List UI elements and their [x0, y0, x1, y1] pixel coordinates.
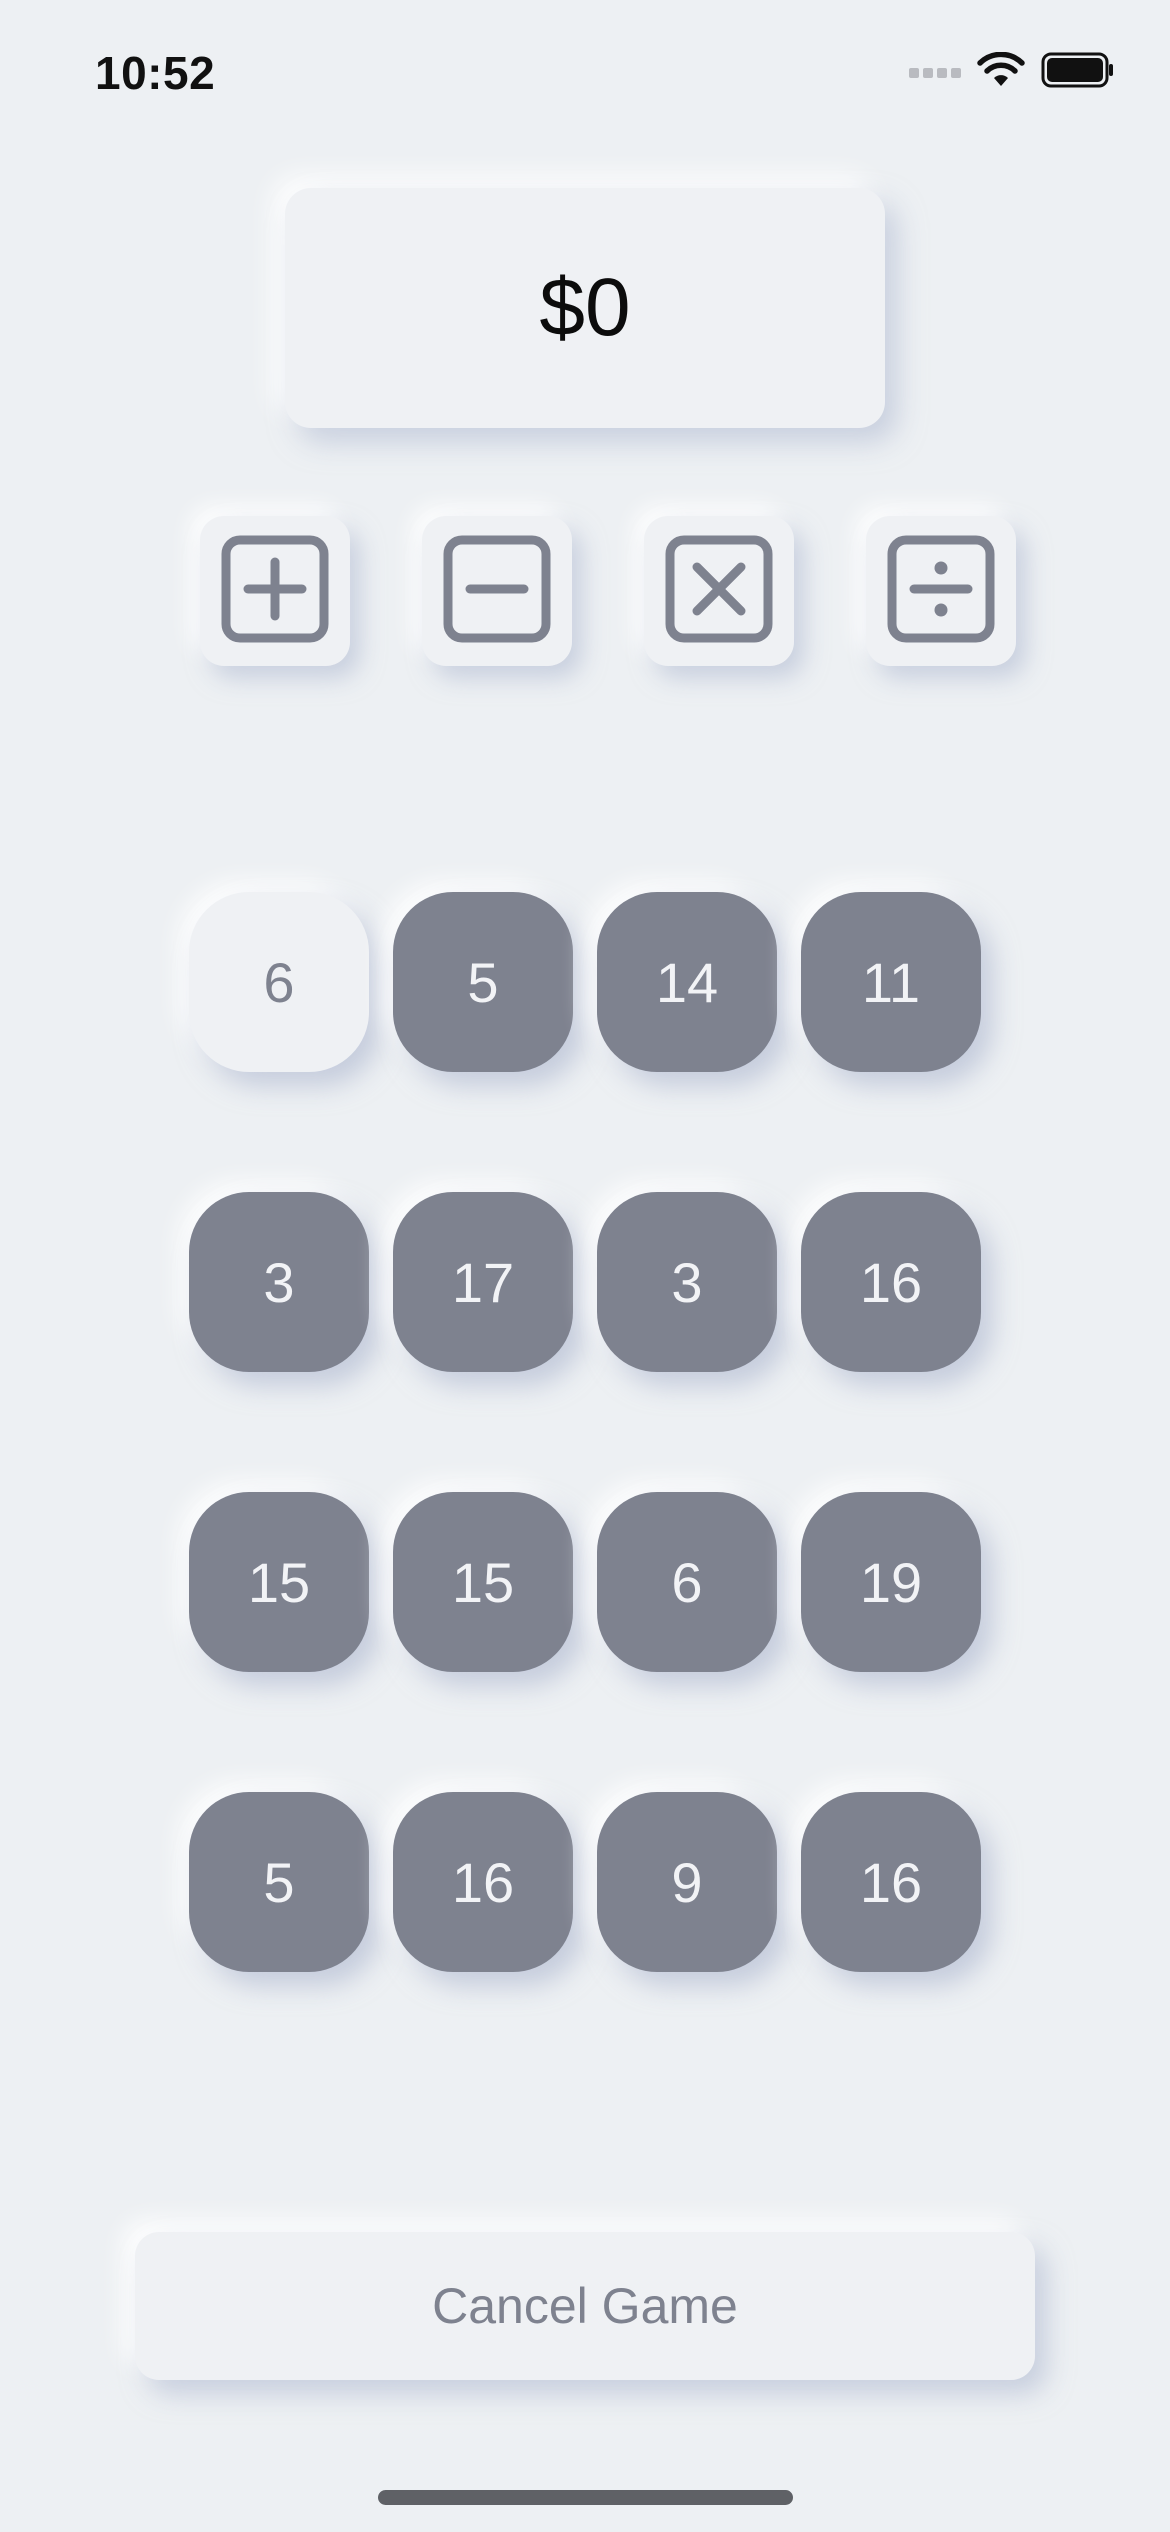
cancel-game-button[interactable]: Cancel Game	[135, 2232, 1035, 2380]
number-tile[interactable]: 6	[597, 1492, 777, 1672]
number-tile[interactable]: 16	[801, 1192, 981, 1372]
wifi-icon	[977, 51, 1025, 93]
minus-square-icon	[442, 534, 552, 649]
divide-square-icon	[886, 534, 996, 649]
divide-button[interactable]	[866, 516, 1016, 666]
cellular-signal-icon	[909, 67, 961, 78]
multiply-button[interactable]	[644, 516, 794, 666]
status-icons	[909, 51, 1115, 93]
number-grid: 6 5 14 11 3 17 3 16 15 15 6 19 5 16 9 16	[189, 892, 989, 1972]
number-tile[interactable]: 17	[393, 1192, 573, 1372]
number-tile[interactable]: 19	[801, 1492, 981, 1672]
number-tile[interactable]: 9	[597, 1792, 777, 1972]
battery-icon	[1041, 52, 1115, 93]
number-tile[interactable]: 11	[801, 892, 981, 1072]
number-tile[interactable]: 3	[189, 1192, 369, 1372]
minus-button[interactable]	[422, 516, 572, 666]
number-tile[interactable]: 5	[189, 1792, 369, 1972]
number-tile[interactable]: 16	[393, 1792, 573, 1972]
score-value: $0	[539, 262, 631, 353]
status-bar: 10:52	[0, 0, 1170, 150]
number-tile[interactable]: 14	[597, 892, 777, 1072]
number-tile[interactable]: 6	[189, 892, 369, 1072]
multiply-square-icon	[664, 534, 774, 649]
status-time: 10:52	[95, 47, 216, 99]
number-tile[interactable]: 15	[189, 1492, 369, 1672]
operator-row	[200, 516, 1020, 666]
plus-button[interactable]	[200, 516, 350, 666]
home-indicator[interactable]	[378, 2490, 793, 2505]
number-tile[interactable]: 5	[393, 892, 573, 1072]
number-tile[interactable]: 15	[393, 1492, 573, 1672]
plus-square-icon	[220, 534, 330, 649]
number-tile[interactable]: 16	[801, 1792, 981, 1972]
score-display: $0	[285, 188, 885, 428]
number-tile[interactable]: 3	[597, 1192, 777, 1372]
